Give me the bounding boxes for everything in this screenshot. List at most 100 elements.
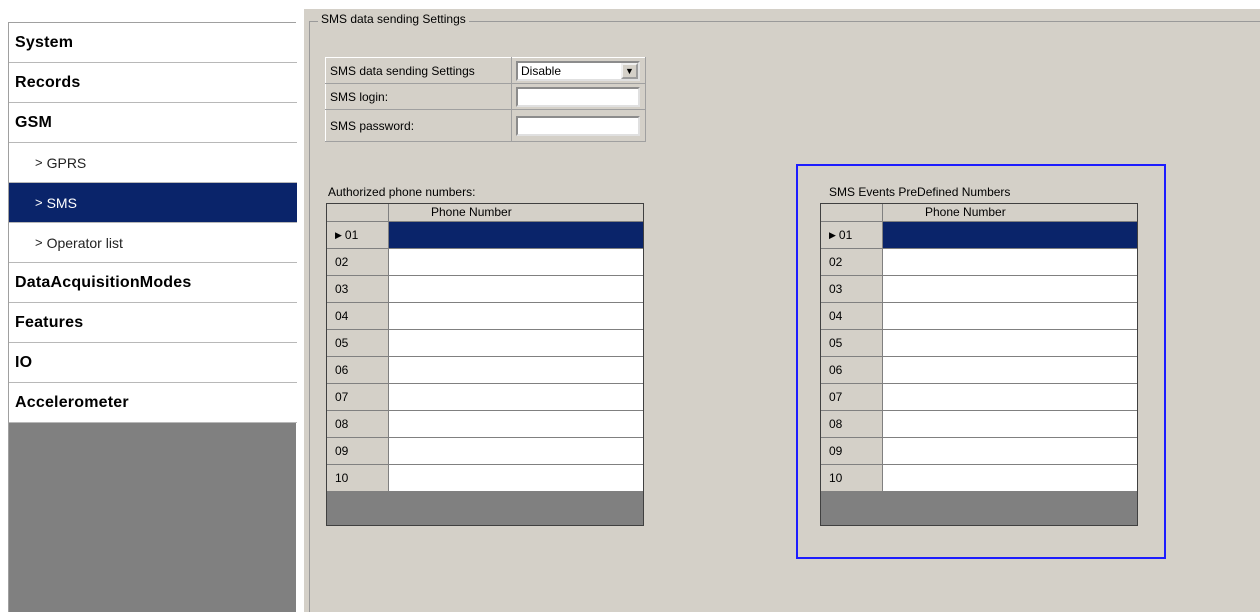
table-row[interactable]: ▶ 01	[327, 222, 643, 249]
table-row[interactable]: 04	[327, 303, 643, 330]
group-title: SMS data sending Settings	[318, 12, 469, 26]
table-row[interactable]: 05	[821, 330, 1137, 357]
grid-header: Phone Number	[327, 204, 643, 222]
row-header: 08	[821, 411, 883, 437]
row-header: 05	[821, 330, 883, 356]
sidebar-item-features[interactable]: Features	[9, 303, 297, 343]
sidebar-item-label: System	[15, 33, 74, 51]
row-header: 02	[327, 249, 389, 275]
authorized-numbers-grid: Phone Number ▶ 01 02 03 04 05 06 07 08 09…	[326, 203, 644, 526]
row-header: 06	[327, 357, 389, 383]
sms-sending-value: Disable	[521, 63, 562, 78]
column-header-phone[interactable]: Phone Number	[389, 204, 643, 221]
row-header: ▶ 01	[327, 222, 389, 248]
table-row[interactable]: 09	[821, 438, 1137, 465]
table-row[interactable]: 08	[327, 411, 643, 438]
row-header: 04	[327, 303, 389, 329]
row-header: 09	[327, 438, 389, 464]
grid-empty-area	[821, 492, 1137, 525]
sidebar-item-label: IO	[15, 353, 33, 371]
row-header: 07	[327, 384, 389, 410]
sms-password-cell	[511, 109, 646, 142]
phone-cell[interactable]	[389, 303, 643, 329]
row-header: 02	[821, 249, 883, 275]
table-row[interactable]: 05	[327, 330, 643, 357]
row-header: 03	[821, 276, 883, 302]
phone-cell[interactable]	[883, 465, 1137, 491]
sms-login-cell	[511, 83, 646, 110]
dropdown-arrow-icon[interactable]: ▼	[621, 62, 638, 79]
table-row[interactable]: ▶ 01	[821, 222, 1137, 249]
phone-cell[interactable]	[883, 411, 1137, 437]
sidebar: System Records GSM > GPRS > SMS > Operator …	[8, 22, 297, 612]
current-row-icon: ▶	[829, 229, 836, 240]
phone-cell[interactable]	[389, 330, 643, 356]
table-row[interactable]: 03	[821, 276, 1137, 303]
phone-cell[interactable]	[883, 303, 1137, 329]
table-row[interactable]: 10	[821, 465, 1137, 492]
sms-login-label: SMS login:	[325, 83, 512, 110]
sidebar-item-gsm[interactable]: GSM	[9, 103, 297, 143]
authorized-numbers-label: Authorized phone numbers:	[328, 185, 476, 199]
table-row[interactable]: 07	[327, 384, 643, 411]
row-header: 10	[821, 465, 883, 491]
sidebar-item-records[interactable]: Records	[9, 63, 297, 103]
phone-cell[interactable]	[389, 222, 643, 248]
table-row[interactable]: 02	[821, 249, 1137, 276]
table-row[interactable]: 06	[821, 357, 1137, 384]
sidebar-item-data-acquisition-modes[interactable]: DataAcquisitionModes	[9, 263, 297, 303]
table-row[interactable]: 09	[327, 438, 643, 465]
phone-cell[interactable]	[389, 384, 643, 410]
sidebar-item-operator-list[interactable]: > Operator list	[9, 223, 297, 263]
sidebar-item-accelerometer[interactable]: Accelerometer	[9, 383, 297, 423]
sidebar-item-label: Records	[15, 73, 81, 91]
row-header-corner	[327, 204, 389, 221]
phone-cell[interactable]	[883, 276, 1137, 302]
row-header-corner	[821, 204, 883, 221]
phone-cell[interactable]	[883, 357, 1137, 383]
phone-cell[interactable]	[883, 330, 1137, 356]
settings-panel: SMS data sending Settings SMS data sendi…	[303, 8, 1260, 612]
predefined-numbers-label: SMS Events PreDefined Numbers	[829, 185, 1011, 199]
phone-cell[interactable]	[389, 411, 643, 437]
table-row[interactable]: 03	[327, 276, 643, 303]
table-row[interactable]: 10	[327, 465, 643, 492]
phone-cell[interactable]	[389, 465, 643, 491]
phone-cell[interactable]	[389, 249, 643, 275]
sidebar-item-sms[interactable]: > SMS	[9, 183, 297, 223]
sidebar-item-label: GSM	[15, 113, 53, 131]
phone-cell[interactable]	[389, 357, 643, 383]
table-row[interactable]: 06	[327, 357, 643, 384]
sidebar-item-label: Operator list	[46, 234, 123, 251]
sidebar-item-io[interactable]: IO	[9, 343, 297, 383]
table-row[interactable]: 08	[821, 411, 1137, 438]
chevron-right-icon: >	[35, 235, 43, 250]
sms-sending-cell: Disable ▼	[511, 57, 646, 84]
sms-login-input[interactable]	[516, 86, 640, 107]
sms-sending-select[interactable]: Disable ▼	[516, 60, 640, 81]
phone-cell[interactable]	[883, 438, 1137, 464]
sidebar-item-label: Accelerometer	[15, 393, 129, 411]
row-header: 03	[327, 276, 389, 302]
table-row[interactable]: 04	[821, 303, 1137, 330]
phone-cell[interactable]	[883, 384, 1137, 410]
row-header: 06	[821, 357, 883, 383]
grid-empty-area	[327, 492, 643, 525]
phone-cell[interactable]	[883, 249, 1137, 275]
sidebar-item-system[interactable]: System	[9, 23, 297, 63]
sms-settings-table: SMS data sending Settings Disable ▼ SMS …	[325, 57, 646, 142]
column-header-phone[interactable]: Phone Number	[883, 204, 1137, 221]
sidebar-item-label: SMS	[46, 194, 77, 211]
phone-cell[interactable]	[883, 222, 1137, 248]
table-row[interactable]: 02	[327, 249, 643, 276]
sms-password-input[interactable]	[516, 115, 640, 136]
phone-cell[interactable]	[389, 438, 643, 464]
sidebar-item-gprs[interactable]: > GPRS	[9, 143, 297, 183]
row-header: 08	[327, 411, 389, 437]
row-header: 05	[327, 330, 389, 356]
table-row[interactable]: 07	[821, 384, 1137, 411]
row-header: 07	[821, 384, 883, 410]
phone-cell[interactable]	[389, 276, 643, 302]
grid-header: Phone Number	[821, 204, 1137, 222]
chevron-right-icon: >	[35, 155, 43, 170]
